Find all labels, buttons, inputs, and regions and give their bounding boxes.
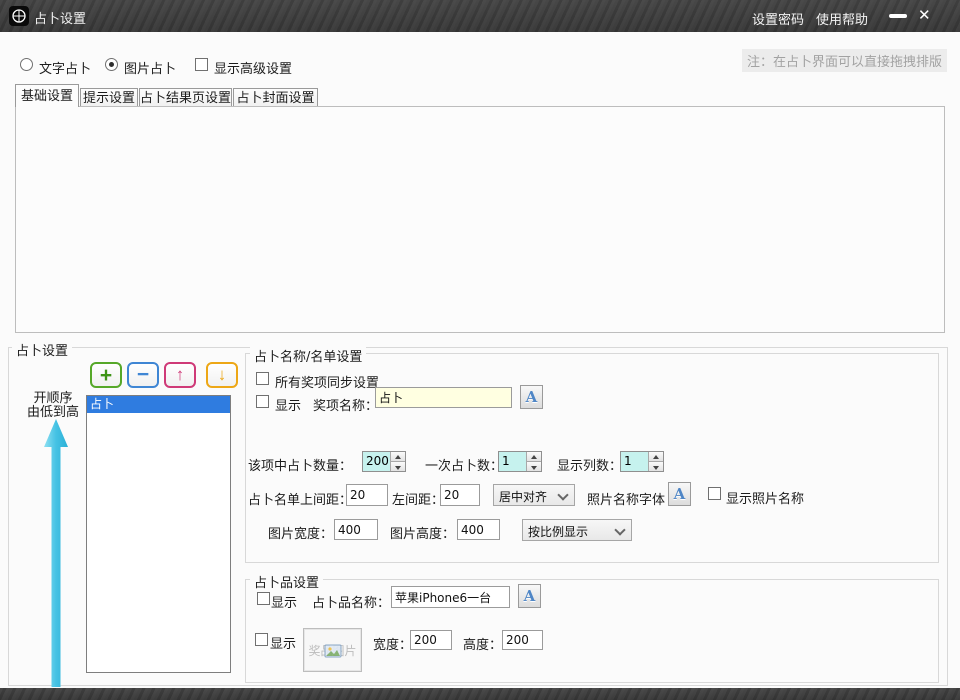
order-note-line2: 由低到高 [27, 405, 79, 420]
left-gap-field[interactable] [440, 484, 480, 506]
stepper-down-icon[interactable] [649, 461, 663, 471]
show-prize-item-label: 显示 [271, 592, 297, 611]
basic-settings-panel [15, 106, 945, 333]
minimize-icon[interactable] [889, 14, 907, 18]
align-select[interactable]: 居中对齐 [493, 484, 575, 506]
tab-result-page-settings[interactable]: 占卜结果页设置 [139, 88, 232, 107]
tab-basic-settings[interactable]: 基础设置 [15, 84, 79, 107]
bottom-bar [0, 688, 960, 700]
advanced-settings-checkbox[interactable] [195, 58, 208, 71]
image-height-label: 图片高度： [390, 523, 455, 542]
count-value: 200 [363, 452, 390, 471]
prize-settings-group-label: 占卜品设置 [250, 572, 323, 591]
move-down-button[interactable]: ↓ [206, 362, 238, 388]
prize-name-font-button[interactable]: A [520, 385, 543, 409]
app-icon [9, 6, 29, 30]
window-title: 占卜设置 [34, 8, 86, 27]
count-label: 该项中占卜数量： [248, 455, 352, 474]
prize-list[interactable]: 占卜 [86, 395, 231, 673]
image-mode-label: 图片占卜 [124, 58, 176, 77]
per-draw-stepper[interactable]: 1 [498, 451, 542, 472]
text-mode-label: 文字占卜 [39, 58, 91, 77]
columns-value: 1 [621, 452, 648, 471]
prize-name-label: 奖项名称： [313, 395, 378, 414]
show-prize-image-checkbox[interactable] [255, 633, 268, 646]
top-gap-field[interactable] [346, 484, 388, 506]
stepper-down-icon[interactable] [391, 461, 405, 471]
show-photo-name-label: 显示照片名称 [726, 488, 804, 507]
prize-image-width-label: 宽度： [373, 634, 412, 653]
left-gap-label: 左间距： [392, 489, 444, 508]
set-password-menu[interactable]: 设置密码 [752, 9, 804, 28]
photo-font-label: 照片名称字体 [587, 489, 665, 508]
prize-item-name-label: 占卜品名称： [312, 592, 390, 611]
close-icon[interactable]: ✕ [918, 6, 931, 24]
columns-stepper[interactable]: 1 [620, 451, 664, 472]
remove-item-button[interactable]: − [127, 362, 159, 388]
settings-window: 占卜设置 设置密码 使用帮助 ✕ 文字占卜 图片占卜 显示高级设置 注：在占卜界… [0, 0, 960, 700]
picture-icon [324, 643, 342, 658]
drag-hint-note: 注：在占卜界面可以直接拖拽排版 [742, 49, 947, 72]
stepper-up-icon[interactable] [391, 452, 405, 461]
per-draw-value: 1 [499, 452, 526, 471]
stepper-up-icon[interactable] [527, 452, 541, 461]
show-prize-name-checkbox[interactable] [256, 395, 269, 408]
prize-image-height-label: 高度： [463, 634, 502, 653]
sync-all-checkbox[interactable] [256, 372, 269, 385]
add-item-button[interactable]: + [90, 362, 122, 388]
scale-mode-value: 按比例显示 [528, 525, 588, 539]
per-draw-label: 一次占卜数： [425, 455, 503, 474]
image-width-field[interactable] [334, 519, 378, 540]
scale-mode-select[interactable]: 按比例显示 [522, 519, 632, 541]
prize-name-field[interactable] [375, 387, 512, 408]
list-item[interactable]: 占卜 [87, 396, 230, 413]
prize-item-name-field[interactable] [391, 586, 510, 608]
help-menu[interactable]: 使用帮助 [816, 9, 868, 28]
lottery-settings-group-label: 占卜设置 [12, 340, 72, 359]
show-prize-item-checkbox[interactable] [257, 592, 270, 605]
tab-cover-settings[interactable]: 占卜封面设置 [233, 88, 318, 107]
top-gap-label: 占卜名单上间距： [248, 489, 352, 508]
count-stepper[interactable]: 200 [362, 451, 406, 472]
image-height-field[interactable] [457, 519, 500, 540]
advanced-settings-label: 显示高级设置 [214, 58, 292, 77]
name-settings-group-label: 占卜名称/名单设置 [250, 346, 366, 365]
prize-item-font-button[interactable]: A [518, 584, 541, 608]
stepper-down-icon[interactable] [527, 461, 541, 471]
prize-image-height-field[interactable] [502, 630, 543, 650]
photo-font-button[interactable]: A [668, 482, 691, 506]
text-mode-radio[interactable] [20, 58, 33, 71]
title-bar: 占卜设置 设置密码 使用帮助 ✕ [0, 0, 960, 32]
image-width-label: 图片宽度： [268, 523, 333, 542]
stepper-up-icon[interactable] [649, 452, 663, 461]
prize-image-picker[interactable]: 奖品图片 [303, 628, 362, 672]
align-value: 居中对齐 [499, 490, 547, 504]
tab-hint-settings[interactable]: 提示设置 [80, 88, 138, 107]
sync-all-label: 所有奖项同步设置 [275, 372, 379, 391]
columns-label: 显示列数： [557, 455, 622, 474]
show-prize-image-label: 显示 [270, 633, 296, 652]
order-note-line1: 开顺序 [33, 391, 72, 406]
move-up-button[interactable]: ↑ [164, 362, 196, 388]
image-mode-radio[interactable] [105, 58, 118, 71]
order-direction-arrow-icon [43, 419, 69, 687]
show-prize-name-label: 显示 [275, 395, 301, 414]
prize-image-width-field[interactable] [410, 630, 452, 650]
show-photo-name-checkbox[interactable] [708, 487, 721, 500]
order-note: 开顺序 由低到高 [20, 392, 86, 420]
